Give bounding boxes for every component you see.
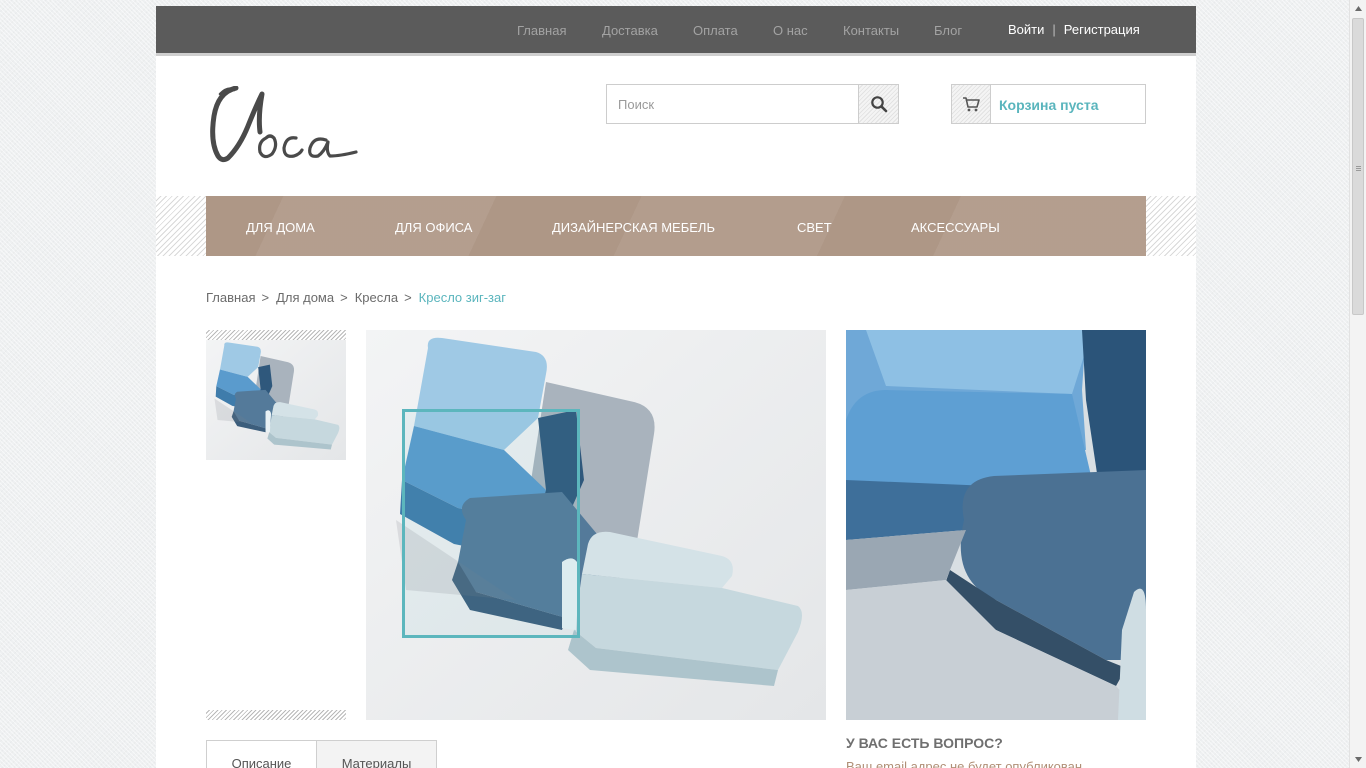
thumbnail-column — [206, 330, 346, 720]
main-nav-wrapper: ДЛЯ ДОМА ДЛЯ ОФИСА ДИЗАЙНЕРСКАЯ МЕБЕЛЬ С… — [156, 196, 1196, 256]
logo-wordmark — [210, 85, 358, 163]
top-nav-home[interactable]: Главная — [517, 23, 566, 38]
search-box — [606, 84, 899, 124]
zoom-image — [846, 330, 1146, 720]
product-thumbnail[interactable] — [206, 340, 346, 460]
top-nav-blog[interactable]: Блог — [934, 23, 962, 38]
breadcrumb: Главная > Для дома > Кресла > Кресло зиг-заг — [206, 290, 506, 305]
cart-icon-box — [952, 85, 991, 123]
breadcrumb-armchairs[interactable]: Кресла — [355, 290, 398, 305]
top-bar: Главная Доставка Оплата О нас Контакты Б… — [156, 6, 1196, 56]
zoom-lens[interactable] — [402, 409, 580, 638]
register-link[interactable]: Регистрация — [1064, 22, 1140, 37]
search-input[interactable] — [607, 85, 859, 123]
arrow-up-icon — [1355, 6, 1362, 11]
top-nav-contacts[interactable]: Контакты — [843, 23, 899, 38]
product-main-image[interactable] — [366, 330, 826, 720]
breadcrumb-separator: > — [404, 290, 412, 305]
search-button[interactable] — [858, 85, 898, 123]
scroll-up-arrow[interactable] — [1350, 0, 1366, 17]
main-nav-light[interactable]: СВЕТ — [797, 220, 832, 235]
auth-links: Войти | Регистрация — [1008, 22, 1140, 37]
thumbnail-image — [206, 340, 346, 460]
breadcrumb-current: Кресло зиг-заг — [418, 290, 506, 305]
breadcrumb-separator: > — [340, 290, 348, 305]
question-note: Ваш email адрес не будет опубликован — [846, 759, 1083, 768]
thumbnail-scroll-down[interactable] — [206, 710, 346, 720]
tab-description[interactable]: Описание — [206, 740, 317, 768]
search-icon — [870, 96, 887, 113]
breadcrumb-separator: > — [261, 290, 270, 305]
top-nav-about[interactable]: О нас — [773, 23, 808, 38]
site-logo[interactable] — [206, 85, 360, 166]
tab-materials[interactable]: Материалы — [316, 740, 437, 768]
arrow-down-icon — [1355, 757, 1362, 762]
breadcrumb-home[interactable]: Главная — [206, 290, 255, 305]
page-scrollbar[interactable] — [1349, 0, 1366, 768]
cart-icon — [963, 97, 980, 112]
main-nav-accessories[interactable]: АКСЕССУАРЫ — [911, 220, 1000, 235]
page-container: Главная Доставка Оплата О нас Контакты Б… — [156, 6, 1196, 768]
question-block: У ВАС ЕСТЬ ВОПРОС? Ваш email адрес не бу… — [846, 735, 1082, 768]
auth-separator: | — [1052, 22, 1056, 37]
main-nav-office[interactable]: ДЛЯ ОФИСА — [395, 220, 472, 235]
main-nav-home[interactable]: ДЛЯ ДОМА — [246, 220, 315, 235]
breadcrumb-for-home[interactable]: Для дома — [276, 290, 334, 305]
main-nav-designer[interactable]: ДИЗАЙНЕРСКАЯ МЕБЕЛЬ — [552, 220, 715, 235]
login-link[interactable]: Войти — [1008, 22, 1044, 37]
question-title: У ВАС ЕСТЬ ВОПРОС? — [846, 735, 1003, 751]
thumbnail-scroll-up[interactable] — [206, 330, 346, 340]
cart-label: Корзина пуста — [999, 97, 1099, 113]
top-nav-payment[interactable]: Оплата — [693, 23, 738, 38]
scroll-thumb[interactable] — [1352, 18, 1364, 315]
scroll-down-arrow[interactable] — [1350, 751, 1366, 768]
top-nav-delivery[interactable]: Доставка — [602, 23, 658, 38]
cart-widget[interactable]: Корзина пуста — [951, 84, 1146, 124]
main-nav: ДЛЯ ДОМА ДЛЯ ОФИСА ДИЗАЙНЕРСКАЯ МЕБЕЛЬ С… — [206, 196, 1146, 256]
zoom-preview — [846, 330, 1146, 720]
